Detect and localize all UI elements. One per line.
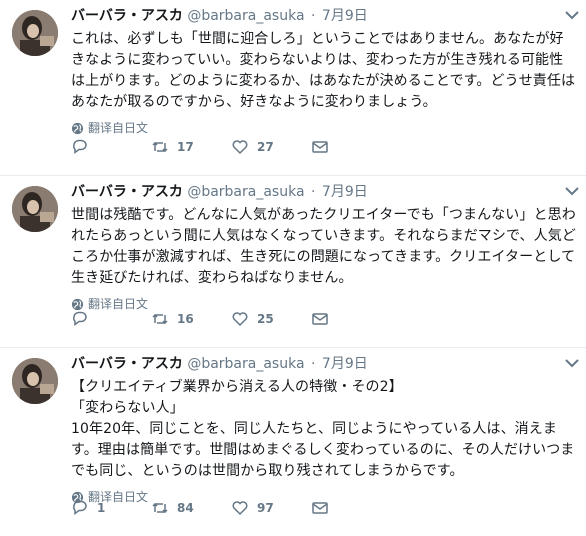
reply-button[interactable]: 1 xyxy=(71,499,151,517)
separator: · xyxy=(311,184,316,200)
tweet-date[interactable]: 7月9日 xyxy=(322,356,368,372)
translate-label: 翻译自日文 xyxy=(88,121,149,135)
avatar[interactable] xyxy=(12,358,58,404)
avatar[interactable] xyxy=(12,186,58,232)
retweet-count: 16 xyxy=(177,312,194,326)
direct-message-button[interactable] xyxy=(311,499,351,517)
like-count: 25 xyxy=(257,312,274,326)
separator: · xyxy=(311,356,316,372)
retweet-icon xyxy=(152,141,168,153)
heart-icon xyxy=(232,140,248,155)
retweet-button[interactable]: 16 xyxy=(151,310,231,328)
retweet-button[interactable]: 84 xyxy=(151,499,231,517)
tweet[interactable]: バーバラ・アスカ @barbara_asuka · 7月9日 【クリエイティブ業… xyxy=(0,348,586,536)
globe-icon xyxy=(71,122,84,134)
tweet[interactable]: バーバラ・アスカ @barbara_asuka · 7月9日 世間は残酷です。ど… xyxy=(0,176,586,348)
reply-icon xyxy=(73,139,87,154)
like-button[interactable]: 27 xyxy=(231,138,311,156)
chevron-down-icon[interactable] xyxy=(564,186,580,196)
user-handle[interactable]: @barbara_asuka xyxy=(187,356,304,372)
user-handle[interactable]: @barbara_asuka xyxy=(187,8,304,24)
tweet-date[interactable]: 7月9日 xyxy=(322,8,368,24)
user-handle[interactable]: @barbara_asuka xyxy=(187,184,304,200)
display-name[interactable]: バーバラ・アスカ xyxy=(71,184,183,200)
retweet-icon xyxy=(152,313,168,325)
envelope-icon xyxy=(312,502,328,514)
tweet[interactable]: バーバラ・アスカ @barbara_asuka · 7月9日 これは、必ずしも「… xyxy=(0,0,586,176)
envelope-icon xyxy=(312,141,328,153)
avatar-image xyxy=(12,10,58,56)
retweet-count: 17 xyxy=(177,140,194,154)
retweet-icon xyxy=(152,502,168,514)
avatar[interactable] xyxy=(12,10,58,56)
reply-button[interactable] xyxy=(71,310,151,328)
retweet-count: 84 xyxy=(177,501,194,515)
tweet-text: これは、必ずしも「世間に迎合しろ」ということではありません。あなたが好きなように… xyxy=(71,31,576,110)
tweet-actions: 1 84 97 xyxy=(71,498,351,518)
tweet-actions: 17 27 xyxy=(71,137,351,157)
tweet-date[interactable]: 7月9日 xyxy=(322,184,368,200)
chevron-down-icon[interactable] xyxy=(564,358,580,368)
direct-message-button[interactable] xyxy=(311,138,351,156)
tweet-text: 【クリエイティブ業界から消える人の特徴・その2】 「変わらない人」 10年20年… xyxy=(71,379,575,479)
display-name[interactable]: バーバラ・アスカ xyxy=(71,8,183,24)
avatar-image xyxy=(12,186,58,232)
like-count: 97 xyxy=(257,501,274,515)
heart-icon xyxy=(232,501,248,516)
display-name[interactable]: バーバラ・アスカ xyxy=(71,356,183,372)
envelope-icon xyxy=(312,313,328,325)
tweet-header: バーバラ・アスカ @barbara_asuka · 7月9日 xyxy=(71,354,576,374)
avatar-image xyxy=(12,358,58,404)
heart-icon xyxy=(232,312,248,327)
reply-icon xyxy=(73,311,87,326)
tweet-text: 世間は残酷です。どんなに人気があったクリエイターでも「つまんない」と思われたらあ… xyxy=(71,207,576,286)
reply-button[interactable] xyxy=(71,138,151,156)
like-button[interactable]: 97 xyxy=(231,499,311,517)
tweet-header: バーバラ・アスカ @barbara_asuka · 7月9日 xyxy=(71,182,576,202)
chevron-down-icon[interactable] xyxy=(564,10,580,20)
like-button[interactable]: 25 xyxy=(231,310,311,328)
reply-icon xyxy=(73,500,87,515)
tweet-actions: 16 25 xyxy=(71,309,351,329)
direct-message-button[interactable] xyxy=(311,310,351,328)
tweet-header: バーバラ・アスカ @barbara_asuka · 7月9日 xyxy=(71,6,576,26)
like-count: 27 xyxy=(257,140,274,154)
retweet-button[interactable]: 17 xyxy=(151,138,231,156)
reply-count: 1 xyxy=(97,501,106,515)
translate-link[interactable]: 翻译自日文 xyxy=(71,119,576,137)
separator: · xyxy=(311,8,316,24)
